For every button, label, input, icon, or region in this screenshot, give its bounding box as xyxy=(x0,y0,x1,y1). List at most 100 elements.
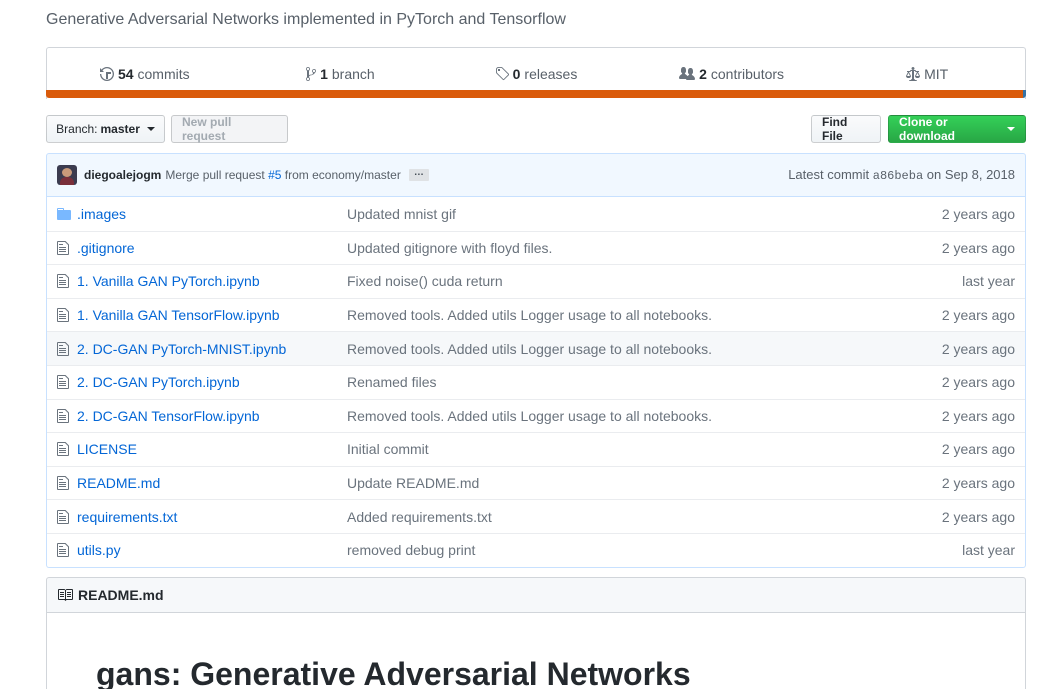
file-icon xyxy=(47,542,77,558)
file-name-link[interactable]: requirements.txt xyxy=(77,509,347,525)
file-name-link[interactable]: 2. DC-GAN PyTorch.ipynb xyxy=(77,374,347,390)
commit-age: 2 years ago xyxy=(941,307,1015,324)
commit-message-link[interactable]: Removed tools. Added utils Logger usage … xyxy=(347,408,885,424)
commits-link[interactable]: 54 commits xyxy=(47,66,243,82)
file-icon xyxy=(47,509,77,525)
table-row: LICENSE Initial commit 2 years ago xyxy=(47,432,1025,466)
table-row: 2. DC-GAN PyTorch.ipynb Renamed files 2 ye… xyxy=(47,364,1025,399)
branches-count: 1 xyxy=(320,65,328,82)
file-icon xyxy=(47,475,77,491)
commit-date: on Sep 8, 2018 xyxy=(926,167,1015,182)
commit-message: Merge pull request #5 from economy/maste… xyxy=(165,168,400,182)
file-icon xyxy=(47,408,77,424)
file-name-link[interactable]: 2. DC-GAN PyTorch-MNIST.ipynb xyxy=(77,341,347,357)
table-row: 2. DC-GAN TensorFlow.ipynb Removed tools.… xyxy=(47,398,1025,433)
git-branch-icon xyxy=(306,66,317,81)
commit-message-link[interactable]: Fixed noise() cuda return xyxy=(347,273,885,289)
branch-prefix: Branch: xyxy=(56,122,98,136)
commit-age: 2 years ago xyxy=(941,205,1015,222)
folder-icon xyxy=(47,206,77,222)
table-row: 1. Vanilla GAN TensorFlow.ipynb Removed t… xyxy=(47,297,1025,332)
expand-commit-button[interactable]: … xyxy=(408,168,429,181)
file-icon xyxy=(47,341,77,357)
commit-message-link[interactable]: Added requirements.txt xyxy=(347,509,885,525)
new-pull-request-button[interactable]: New pull request xyxy=(171,115,288,143)
commit-message-suffix[interactable]: from economy/master xyxy=(285,168,401,182)
contributors-link[interactable]: 2 contributors xyxy=(634,66,830,82)
tag-icon xyxy=(495,66,509,80)
file-icon xyxy=(47,240,77,256)
language-segment-jupyter[interactable] xyxy=(46,90,1024,98)
file-name-link[interactable]: LICENSE xyxy=(77,441,347,457)
branches-label: branch xyxy=(331,65,375,82)
readme-filename: README.md xyxy=(78,587,164,603)
file-name-link[interactable]: .gitignore xyxy=(77,240,347,256)
table-row: 1. Vanilla GAN PyTorch.ipynb Fixed noise(… xyxy=(47,264,1025,298)
avatar[interactable] xyxy=(57,165,77,185)
file-name-link[interactable]: .images xyxy=(77,206,347,222)
commit-age: last year xyxy=(962,542,1015,559)
table-row: README.md Update README.md 2 years ago xyxy=(47,465,1025,500)
language-bar[interactable] xyxy=(46,90,1026,98)
commit-message-link[interactable]: Update README.md xyxy=(347,475,885,491)
contributors-count: 2 xyxy=(699,65,707,82)
file-name-link[interactable]: README.md xyxy=(77,475,347,491)
file-icon xyxy=(47,441,77,457)
book-icon xyxy=(58,589,73,601)
commit-age: last year xyxy=(962,273,1015,290)
clone-download-label: Clone or download xyxy=(899,115,955,143)
file-name-link[interactable]: 1. Vanilla GAN PyTorch.ipynb xyxy=(77,273,347,289)
file-name-link[interactable]: utils.py xyxy=(77,542,347,558)
license-label: MIT xyxy=(924,65,949,82)
readme-header: README.md xyxy=(46,577,1026,613)
repo-description: Generative Adversarial Networks implemen… xyxy=(46,11,566,28)
file-icon xyxy=(47,273,77,289)
branches-link[interactable]: 1 branch xyxy=(243,66,439,82)
file-icon xyxy=(47,374,77,390)
table-row: requirements.txt Added requirements.txt 2 … xyxy=(47,499,1025,533)
commits-count: 54 xyxy=(117,65,134,82)
table-row: utils.py removed debug print last year xyxy=(47,532,1025,567)
commit-age: 2 years ago xyxy=(941,340,1015,357)
caret-down-icon xyxy=(1007,127,1015,131)
commit-sha-link[interactable]: a86beba xyxy=(873,169,923,183)
file-name-link[interactable]: 1. Vanilla GAN TensorFlow.ipynb xyxy=(77,307,347,323)
commit-age: 2 years ago xyxy=(941,239,1015,256)
contributors-label: contributors xyxy=(710,65,785,82)
commit-age: 2 years ago xyxy=(941,441,1015,458)
commits-label: commits xyxy=(137,65,190,82)
file-name-link[interactable]: 2. DC-GAN TensorFlow.ipynb xyxy=(77,408,347,424)
branch-select-button[interactable]: Branch: master xyxy=(46,115,165,143)
readme-title: gans: Generative Adversarial Networks xyxy=(96,656,691,689)
clone-download-button[interactable]: Clone or download xyxy=(888,115,1026,143)
releases-label: releases xyxy=(524,65,578,82)
releases-link[interactable]: 0 releases xyxy=(438,66,634,82)
commit-message-link[interactable]: Removed tools. Added utils Logger usage … xyxy=(347,307,885,323)
commit-message-link[interactable]: Initial commit xyxy=(347,441,885,457)
commit-message-link[interactable]: Removed tools. Added utils Logger usage … xyxy=(347,341,885,357)
law-icon xyxy=(906,66,921,81)
table-row: .images Updated mnist gif 2 years ago xyxy=(47,197,1025,231)
releases-count: 0 xyxy=(512,65,521,82)
commit-message-link[interactable]: removed debug print xyxy=(347,542,885,558)
readme-body: gans: Generative Adversarial Networks xyxy=(46,612,1026,689)
history-icon xyxy=(99,66,114,81)
branch-name: master xyxy=(100,122,140,136)
commit-message-prefix[interactable]: Merge pull request xyxy=(165,168,264,182)
file-icon xyxy=(47,307,77,323)
commit-author[interactable]: diegoalejogm xyxy=(84,168,161,182)
commit-age: 2 years ago xyxy=(941,407,1015,424)
people-icon xyxy=(679,66,696,80)
license-link[interactable]: MIT xyxy=(829,66,1025,82)
table-row: .gitignore Updated gitignore with floyd f… xyxy=(47,230,1025,265)
latest-commit-bar: diegoalejogm Merge pull request #5 from … xyxy=(46,153,1026,197)
commit-age: 2 years ago xyxy=(941,475,1015,492)
file-list: .images Updated mnist gif 2 years ago .giti… xyxy=(46,197,1026,568)
find-file-button[interactable]: Find File xyxy=(811,115,881,143)
pull-request-link[interactable]: #5 xyxy=(268,168,281,182)
latest-commit-label: Latest commit xyxy=(788,167,870,182)
commit-message-link[interactable]: Renamed files xyxy=(347,374,885,390)
commit-message-link[interactable]: Updated mnist gif xyxy=(347,206,885,222)
commit-message-link[interactable]: Updated gitignore with floyd files. xyxy=(347,240,885,256)
commit-age: 2 years ago xyxy=(941,374,1015,391)
